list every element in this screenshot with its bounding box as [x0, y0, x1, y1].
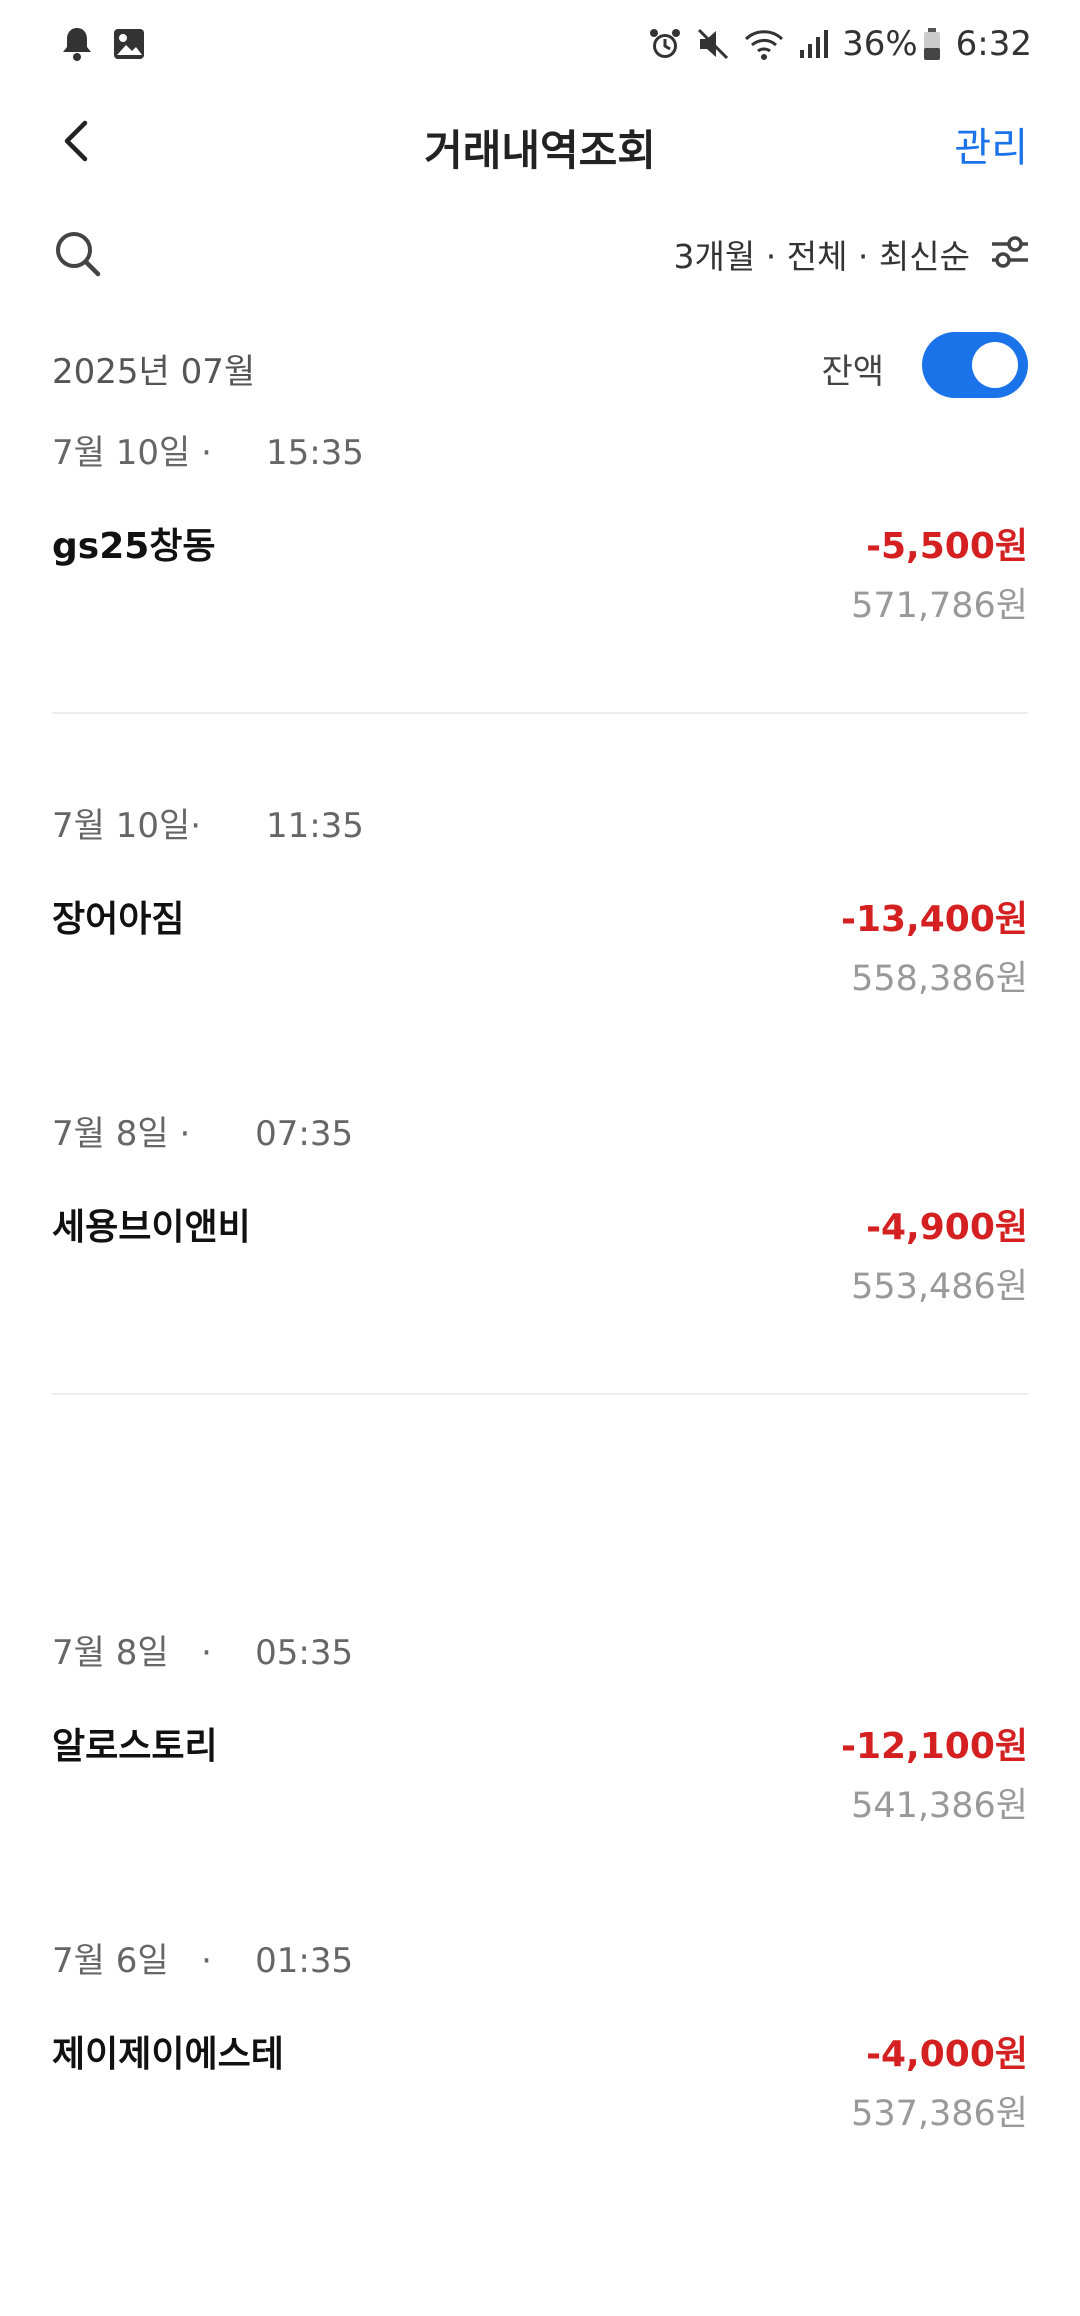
- filter-row: 3개월 · 전체 · 최신순: [0, 220, 1080, 300]
- transaction-item[interactable]: 7월 8일 · 07:35 세용브이앤비 -4,900원 553,486원: [0, 1106, 1080, 1326]
- alarm-icon: [648, 27, 682, 61]
- month-row: 2025년 07월 잔액: [0, 332, 1080, 412]
- notification-bell-icon: [60, 26, 94, 62]
- transaction-amount: -4,900원: [866, 1207, 1028, 1248]
- toggle-knob: [972, 342, 1018, 388]
- transaction-balance: 537,386원: [851, 2094, 1028, 2134]
- transaction-balance: 541,386원: [851, 1786, 1028, 1826]
- clock: 6:32: [955, 24, 1032, 64]
- transaction-merchant: 알로스토리: [52, 1726, 218, 1767]
- transaction-date: 7월 8일 · 05:35: [52, 1633, 354, 1673]
- month-label: 2025년 07월: [52, 352, 256, 392]
- transaction-item[interactable]: 7월 8일 · 05:35 알로스토리 -12,100원 541,386원: [0, 1625, 1080, 1845]
- transaction-item[interactable]: 7월 6일 · 01:35 제이제이에스테 -4,000원 537,386원: [0, 1933, 1080, 2153]
- transaction-balance: 553,486원: [851, 1267, 1028, 1307]
- transaction-merchant: 세용브이앤비: [52, 1207, 251, 1248]
- search-icon: [52, 232, 104, 284]
- battery-percent: 36%: [842, 24, 918, 64]
- signal-icon: [798, 28, 829, 60]
- page-title: 거래내역조회: [424, 126, 656, 175]
- transaction-balance: 558,386원: [851, 959, 1028, 999]
- transaction-date: 7월 8일 · 07:35: [52, 1114, 354, 1154]
- mute-icon: [696, 27, 730, 61]
- filter-sliders-icon: [988, 230, 1032, 278]
- balance-toggle[interactable]: [922, 332, 1028, 398]
- transaction-amount: -5,500원: [866, 526, 1028, 567]
- transaction-time: 07:35: [255, 1114, 354, 1154]
- transaction-date: 7월 10일· 11:35: [52, 806, 364, 846]
- transaction-merchant: 장어아짐: [52, 899, 185, 940]
- divider: [52, 712, 1028, 714]
- transaction-item[interactable]: 7월 10일· 11:35 장어아짐 -13,400원 558,386원: [0, 798, 1080, 1018]
- balance-toggle-label: 잔액: [821, 352, 884, 392]
- transaction-balance: 571,786원: [851, 586, 1028, 626]
- search-button[interactable]: [52, 228, 108, 284]
- transaction-time: · 05:35: [201, 1633, 354, 1673]
- transaction-amount: -12,100원: [841, 1726, 1028, 1767]
- transaction-time: 15:35: [265, 433, 364, 473]
- manage-button[interactable]: 관리: [954, 115, 1028, 173]
- wifi-icon: [744, 27, 784, 61]
- filter-button[interactable]: 3개월 · 전체 · 최신순: [674, 230, 1032, 278]
- transaction-amount: -13,400원: [841, 899, 1028, 940]
- transaction-amount: -4,000원: [866, 2034, 1028, 2075]
- transaction-time: · 01:35: [201, 1941, 354, 1981]
- image-icon: [112, 27, 146, 61]
- transaction-merchant: 제이제이에스테: [52, 2034, 284, 2075]
- filter-label: 3개월 · 전체 · 최신순: [673, 237, 970, 276]
- transaction-date: 7월 6일 · 01:35: [52, 1941, 354, 1981]
- transaction-merchant: gs25창동: [52, 526, 216, 567]
- transaction-item[interactable]: 7월 10일 · 15:35 gs25창동 -5,500원 571,786원: [0, 425, 1080, 645]
- transaction-date: 7월 10일 · 15:35: [52, 433, 364, 473]
- battery-icon: [922, 27, 942, 61]
- status-bar: 36% 6:32: [0, 0, 1080, 95]
- app-header: 거래내역조회 관리: [0, 95, 1080, 190]
- divider: [52, 1393, 1028, 1395]
- transaction-time: 11:35: [265, 806, 364, 846]
